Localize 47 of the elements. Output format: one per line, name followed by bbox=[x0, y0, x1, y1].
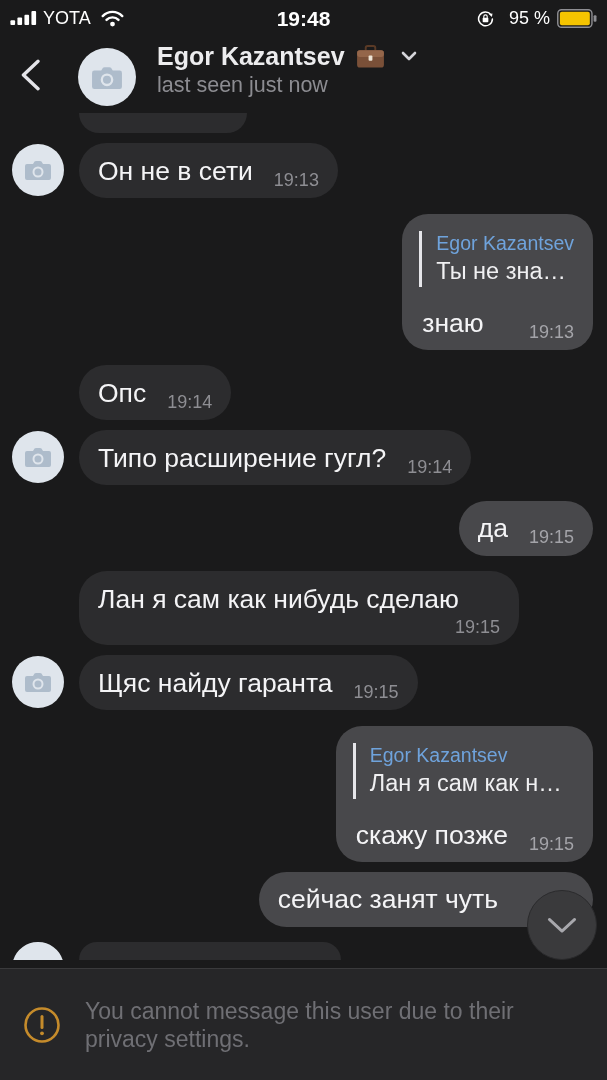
reply-author: Egor Kazantsev bbox=[369, 742, 509, 767]
message-text: Опс bbox=[98, 378, 147, 407]
briefcase-icon bbox=[355, 44, 385, 68]
message-text: Лан я сам как нибудь сделаю bbox=[98, 584, 459, 613]
carrier-name: YOTA bbox=[43, 7, 91, 29]
reply-text: Ты не зна… bbox=[436, 256, 567, 286]
message-time: 19:14 bbox=[407, 456, 453, 477]
rotation-lock-icon bbox=[476, 9, 494, 27]
signal-icon bbox=[10, 11, 37, 25]
chevron-down-icon bbox=[547, 916, 577, 934]
contact-avatar[interactable] bbox=[78, 48, 136, 106]
contact-name: Egor Kazantsev bbox=[157, 42, 345, 70]
message-text: сейчас занят чуть bbox=[277, 885, 498, 913]
reply-author: Egor Kazantsev bbox=[436, 230, 574, 255]
battery-icon bbox=[557, 8, 597, 28]
message-text: да bbox=[477, 514, 508, 542]
camera-icon bbox=[92, 65, 122, 89]
message-text: знаю bbox=[422, 308, 484, 337]
message-time: 19:15 bbox=[528, 527, 574, 547]
avatar[interactable] bbox=[12, 942, 64, 960]
last-seen-status: last seen just now bbox=[157, 73, 329, 97]
message-time: 19:13 bbox=[528, 321, 574, 342]
camera-icon bbox=[25, 160, 51, 180]
message-time: 19:13 bbox=[273, 169, 319, 190]
message-time: 19:15 bbox=[528, 833, 574, 854]
back-icon bbox=[19, 58, 41, 91]
avatar[interactable] bbox=[12, 656, 64, 708]
caret-icon[interactable] bbox=[400, 51, 417, 61]
camera-icon bbox=[25, 672, 51, 692]
reply-quote[interactable]: Egor Kazantsev Лан я сам как н… bbox=[352, 742, 574, 799]
reply-text: Лан я сам как н… bbox=[369, 768, 563, 798]
message-time: 19:15 bbox=[454, 616, 500, 637]
avatar[interactable] bbox=[12, 431, 64, 483]
notice-text: You cannot message this user due to their privacy settings. bbox=[85, 996, 515, 1053]
message-text: Щяс найду гаранта bbox=[98, 668, 333, 697]
reply-quote[interactable]: Egor Kazantsev Ты не зна… bbox=[419, 230, 574, 287]
message-time: 19:15 bbox=[353, 681, 399, 702]
avatar[interactable] bbox=[12, 144, 64, 196]
battery-percent: 95 % bbox=[508, 7, 550, 29]
wifi-icon bbox=[100, 9, 124, 27]
message-text: Он не в сети bbox=[98, 156, 253, 185]
message-text: Типо расширение гугл? bbox=[98, 443, 387, 472]
message-text: скажу позже bbox=[355, 820, 508, 849]
camera-icon bbox=[25, 447, 51, 467]
message-time: 19:14 bbox=[167, 391, 213, 412]
status-time: 19:48 bbox=[276, 5, 331, 31]
warning-icon bbox=[24, 1006, 60, 1043]
